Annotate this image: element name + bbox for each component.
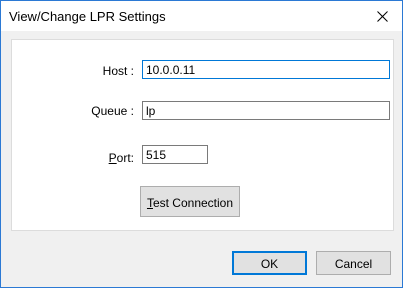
title-bar: View/Change LPR Settings bbox=[1, 1, 402, 31]
close-button[interactable] bbox=[362, 1, 402, 31]
port-input[interactable] bbox=[142, 145, 208, 164]
port-label-rest: ort: bbox=[116, 151, 134, 165]
test-connection-label: est Connection bbox=[152, 196, 234, 210]
window-title: View/Change LPR Settings bbox=[9, 9, 166, 24]
cancel-button[interactable]: Cancel bbox=[316, 251, 391, 275]
settings-panel: Host : Queue : Port: Test Connection bbox=[11, 39, 394, 231]
host-label: Host : bbox=[102, 64, 134, 78]
queue-label: Queue : bbox=[91, 104, 134, 118]
ok-button[interactable]: OK bbox=[232, 251, 307, 275]
close-icon bbox=[377, 11, 388, 22]
queue-input[interactable] bbox=[142, 101, 390, 120]
ok-label: OK bbox=[260, 257, 279, 271]
lpr-settings-dialog: View/Change LPR Settings Host : Queue : … bbox=[0, 0, 403, 288]
test-connection-button[interactable]: Test Connection bbox=[140, 186, 240, 217]
host-input[interactable] bbox=[142, 60, 390, 79]
cancel-label: Cancel bbox=[334, 257, 373, 271]
port-mnemonic: P bbox=[108, 151, 117, 165]
port-label: Port: bbox=[109, 151, 134, 165]
